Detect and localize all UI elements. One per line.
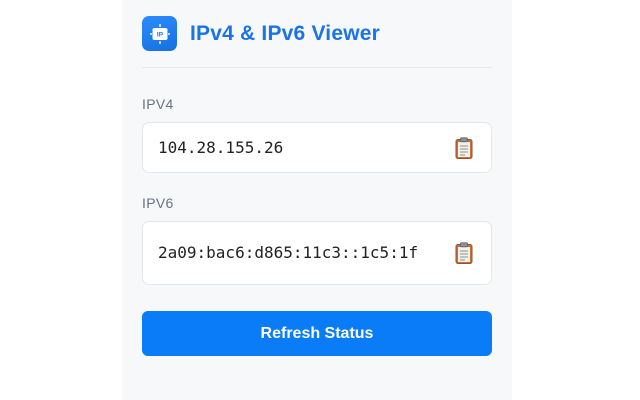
copy-ipv4-button[interactable] bbox=[453, 135, 475, 161]
header: IP IPv4 & IPv6 Viewer bbox=[142, 0, 492, 68]
logo-text: IP bbox=[156, 31, 163, 38]
refresh-status-button[interactable]: Refresh Status bbox=[142, 311, 492, 356]
app-title: IPv4 & IPv6 Viewer bbox=[190, 21, 380, 45]
ipv6-label: IPV6 bbox=[142, 195, 174, 211]
copy-ipv6-button[interactable] bbox=[453, 240, 475, 266]
ipv4-label: IPV4 bbox=[142, 96, 174, 112]
clipboard-icon bbox=[455, 242, 473, 264]
ip-badge-icon: IP bbox=[142, 16, 177, 51]
ipv4-value: 104.28.155.26 bbox=[158, 137, 284, 157]
clipboard-icon bbox=[455, 136, 473, 159]
popup-panel: IP IPv4 & IPv6 Viewer IPV4 104.28.155.26… bbox=[122, 0, 512, 400]
ipv6-field: 2a09:bac6:d865:11c3::1c5:1f bbox=[142, 221, 492, 285]
ipv6-value: 2a09:bac6:d865:11c3::1c5:1f bbox=[158, 243, 419, 262]
ipv4-field: 104.28.155.26 bbox=[142, 122, 492, 173]
